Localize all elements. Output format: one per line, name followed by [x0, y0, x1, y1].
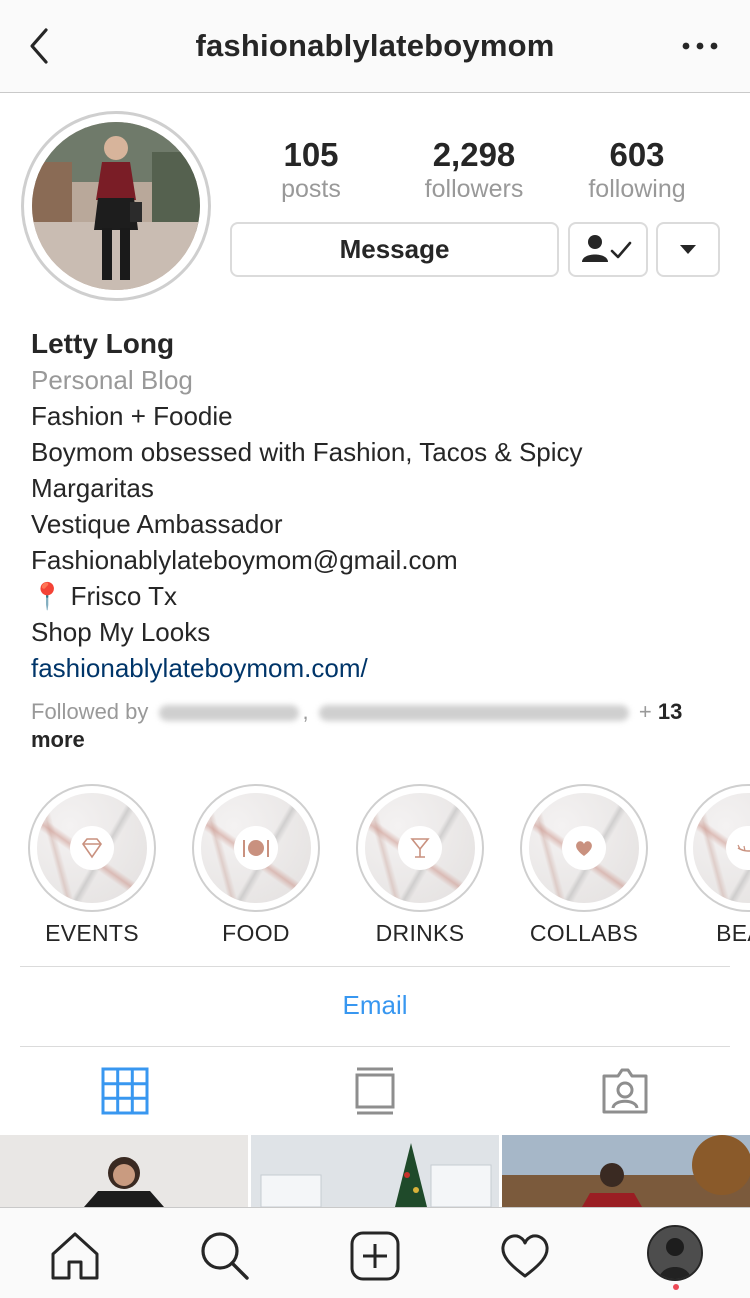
diamond-icon	[70, 826, 114, 870]
top-navigation-bar: fashionablylateboymom	[0, 0, 750, 93]
bio-website-link[interactable]: fashionablylateboymom.com/	[31, 650, 731, 686]
feed-icon[interactable]	[350, 1066, 400, 1116]
posts-count-value: 105	[283, 136, 339, 173]
message-button[interactable]: Message	[230, 222, 559, 277]
followed-by-mutuals[interactable]: Followed by , + 13 more	[31, 698, 731, 754]
activity-heart-icon[interactable]	[499, 1230, 551, 1282]
followed-by-more: more	[31, 727, 85, 752]
following-count-label: following	[588, 175, 686, 203]
highlight-label: FOOD	[222, 920, 290, 946]
bio-email-line: Fashionablylateboymom@gmail.com	[31, 545, 458, 575]
email-contact-button[interactable]: Email	[0, 990, 750, 1021]
profile-avatar-ring[interactable]	[21, 111, 211, 301]
bio-line: Boymom obsessed with Fashion, Tacos & Sp…	[31, 437, 583, 467]
profile-avatar	[32, 122, 200, 290]
home-icon[interactable]	[49, 1230, 101, 1282]
posts-count-label: posts	[281, 175, 341, 203]
highlight-drinks[interactable]: DRINKS	[356, 784, 484, 947]
highlight-cover	[684, 784, 750, 912]
bio-line: Shop My Looks	[31, 617, 211, 647]
following-count[interactable]: 603 following	[557, 136, 717, 204]
person-check-icon	[582, 235, 632, 262]
blurred-username	[158, 705, 299, 722]
followers-count-value: 2,298	[432, 136, 516, 173]
bio-line: Fashion + Foodie	[31, 401, 233, 431]
highlight-food[interactable]: FOOD	[192, 784, 320, 947]
following-status-button[interactable]	[568, 222, 648, 277]
highlight-label: BEAU	[716, 920, 750, 946]
tagged-icon[interactable]	[600, 1066, 650, 1116]
more-options-icon[interactable]	[680, 36, 720, 56]
blurred-username	[318, 705, 629, 722]
posts-grid	[0, 1135, 750, 1207]
cocktail-icon	[398, 826, 442, 870]
profile-bio: Letty Long Personal Blog Fashion + Foodi…	[31, 326, 731, 686]
highlight-cover	[520, 784, 648, 912]
post-thumbnail[interactable]	[502, 1135, 750, 1207]
heart-icon	[562, 826, 606, 870]
highlight-cover	[356, 784, 484, 912]
followed-by-count: 13	[657, 699, 683, 724]
post-thumbnail[interactable]	[0, 1135, 248, 1207]
bottom-tab-bar	[0, 1207, 750, 1298]
notification-dot	[673, 1284, 679, 1290]
highlight-label: DRINKS	[375, 920, 465, 946]
highlight-events[interactable]: EVENTS	[28, 784, 156, 947]
new-post-icon[interactable]	[349, 1230, 401, 1282]
followers-count[interactable]: 2,298 followers	[394, 136, 554, 204]
profile-category: Personal Blog	[31, 365, 193, 395]
followed-by-prefix: Followed by	[31, 699, 149, 724]
following-count-value: 603	[609, 136, 665, 173]
followed-by-suffix: +	[638, 699, 652, 724]
grid-icon[interactable]	[100, 1066, 150, 1116]
followed-by-separator: ,	[302, 699, 309, 724]
story-highlights-tray[interactable]: EVENTS FOOD DRINKS COLLABS BE	[0, 784, 750, 954]
bio-line: Vestique Ambassador	[31, 509, 283, 539]
highlight-label: EVENTS	[45, 920, 139, 946]
profile-tab-avatar[interactable]	[647, 1225, 703, 1281]
highlight-cover	[28, 784, 156, 912]
divider	[20, 966, 730, 967]
highlight-cover	[192, 784, 320, 912]
plate-icon	[234, 826, 278, 870]
dropdown-arrow-icon	[680, 245, 696, 254]
divider	[20, 1046, 730, 1047]
suggested-accounts-dropdown[interactable]	[656, 222, 720, 277]
highlight-label: COLLABS	[529, 920, 639, 946]
post-thumbnail[interactable]	[251, 1135, 499, 1207]
bio-line: Margaritas	[31, 473, 154, 503]
profile-display-name: Letty Long	[31, 328, 175, 359]
profile-username-title: fashionablylateboymom	[195, 28, 555, 63]
posts-count: 105 posts	[231, 136, 391, 204]
highlight-collabs[interactable]: COLLABS	[520, 784, 648, 947]
followers-count-label: followers	[424, 175, 524, 203]
profile-avatar-thumbnail	[649, 1227, 701, 1279]
bio-location-line: 📍 Frisco Tx	[31, 581, 178, 611]
highlight-beauty[interactable]: BEAU	[684, 784, 750, 947]
search-icon[interactable]	[199, 1230, 251, 1282]
